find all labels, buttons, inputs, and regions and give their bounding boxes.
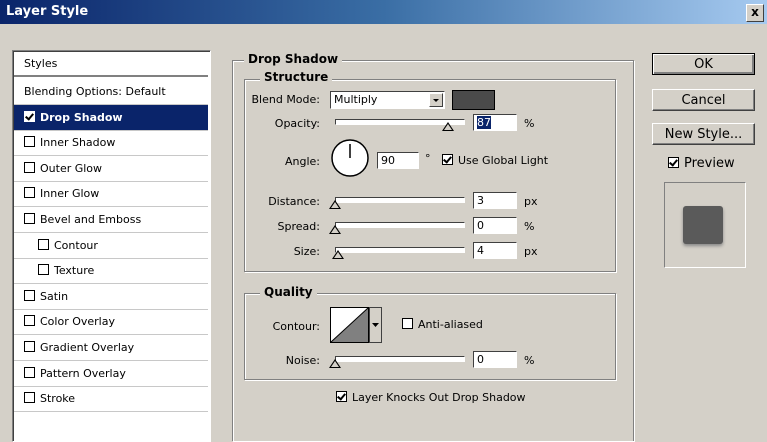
style-checkbox-icon[interactable] [24, 315, 35, 327]
style-item-blending-options-default[interactable]: Blending Options: Default [14, 79, 208, 105]
style-item-pattern-overlay[interactable]: Pattern Overlay [14, 361, 208, 387]
style-checkbox-icon[interactable] [24, 392, 35, 404]
blend-mode-value: Multiply [334, 93, 378, 106]
style-checkbox-icon[interactable] [38, 238, 49, 250]
spread-label: Spread: [277, 220, 320, 233]
distance-label: Distance: [268, 195, 320, 208]
style-checkbox-icon[interactable] [24, 341, 35, 352]
blend-mode-select[interactable]: Multiply [330, 91, 445, 109]
style-item-gradient-overlay[interactable]: Gradient Overlay [14, 335, 208, 361]
structure-title: Structure [260, 70, 333, 84]
spread-input[interactable]: 0 [473, 217, 517, 234]
layer-knocks-out-checkbox[interactable]: Layer Knocks Out Drop Shadow [336, 391, 526, 404]
style-item-color-overlay[interactable]: Color Overlay [14, 309, 208, 336]
size-input[interactable]: 4 [473, 242, 517, 259]
noise-slider[interactable] [335, 356, 465, 362]
shadow-color-swatch[interactable] [452, 90, 495, 110]
style-checkbox-icon[interactable] [24, 161, 35, 173]
opacity-label: Opacity: [274, 117, 320, 130]
distance-unit: px [524, 195, 538, 208]
contour-label: Contour: [272, 320, 320, 333]
size-slider-thumb[interactable] [332, 250, 344, 259]
style-item-label: Stroke [40, 392, 76, 406]
anti-aliased-check-icon[interactable] [402, 318, 413, 329]
style-item-contour[interactable]: Contour [14, 233, 208, 259]
style-item-label: Outer Glow [40, 161, 103, 175]
spread-slider[interactable] [335, 222, 465, 228]
chevron-down-icon[interactable] [429, 93, 443, 107]
anti-aliased-label: Anti-aliased [418, 318, 483, 331]
title-bar [0, 0, 767, 24]
quality-title: Quality [260, 285, 317, 299]
noise-slider-thumb[interactable] [329, 359, 341, 368]
distance-slider[interactable] [335, 197, 465, 203]
opacity-unit: % [524, 117, 535, 130]
angle-unit: ° [425, 152, 431, 165]
window-title: Layer Style [6, 4, 89, 19]
angle-label: Angle: [284, 155, 320, 168]
use-global-light-check-icon[interactable] [442, 154, 453, 165]
style-item-label: Inner Glow [40, 187, 100, 201]
cancel-button[interactable]: Cancel [652, 89, 755, 111]
new-style-button[interactable]: New Style... [652, 123, 755, 145]
style-checkbox-icon[interactable] [24, 187, 35, 199]
close-button[interactable]: x [746, 4, 764, 22]
opacity-slider-thumb[interactable] [442, 122, 455, 131]
styles-list-header: Styles [14, 51, 208, 77]
preview-checkbox[interactable]: Preview [668, 156, 735, 171]
style-item-label: Bevel and Emboss [40, 213, 142, 226]
style-item-label: Texture [54, 264, 95, 278]
styles-list: Styles Blending Options: Default Drop Sha… [12, 50, 211, 442]
style-item-outer-glow[interactable]: Outer Glow [14, 156, 208, 182]
style-checkbox-icon[interactable] [24, 136, 35, 148]
style-item-stroke[interactable]: Stroke [14, 386, 208, 413]
style-checkbox-icon[interactable] [38, 264, 49, 276]
noise-label: Noise: [285, 354, 320, 367]
layer-knocks-out-label: Layer Knocks Out Drop Shadow [352, 391, 526, 404]
distance-input[interactable]: 3 [473, 192, 517, 209]
style-item-inner-glow[interactable]: Inner Glow [14, 181, 208, 208]
style-item-label: Contour [54, 238, 98, 252]
style-checkbox-icon[interactable] [24, 366, 35, 378]
drop-shadow-title: Drop Shadow [244, 52, 343, 66]
style-item-label: Pattern Overlay [40, 366, 126, 380]
opacity-input[interactable]: 87 [473, 114, 517, 131]
style-item-satin[interactable]: Satin [14, 284, 208, 310]
preview-label: Preview [684, 156, 735, 171]
style-item-label: Gradient Overlay [40, 341, 135, 354]
use-global-light-checkbox[interactable]: Use Global Light [442, 154, 548, 167]
style-item-label: Satin [40, 289, 69, 303]
style-item-inner-shadow[interactable]: Inner Shadow [14, 130, 208, 157]
style-item-bevel-and-emboss[interactable]: Bevel and Emboss [14, 207, 208, 233]
style-item-label: Blending Options: Default [24, 85, 166, 98]
size-unit: px [524, 245, 538, 258]
noise-unit: % [524, 354, 535, 367]
style-checkbox-icon[interactable] [24, 213, 35, 224]
anti-aliased-checkbox[interactable]: Anti-aliased [402, 318, 483, 331]
blend-mode-label: Blend Mode: [251, 93, 321, 106]
style-item-label: Inner Shadow [40, 136, 116, 150]
noise-input[interactable]: 0 [473, 351, 517, 368]
layer-knocks-out-check-icon[interactable] [336, 391, 347, 402]
distance-slider-thumb[interactable] [329, 200, 341, 209]
style-item-label: Color Overlay [40, 315, 115, 329]
spread-unit: % [524, 220, 535, 233]
style-item-texture[interactable]: Texture [14, 258, 208, 285]
ok-button[interactable]: OK [652, 53, 755, 75]
use-global-light-label: Use Global Light [458, 154, 549, 167]
spread-slider-thumb[interactable] [329, 225, 341, 234]
style-item-label: Drop Shadow [40, 110, 123, 124]
style-checkbox-icon[interactable] [24, 289, 35, 301]
style-item-drop-shadow[interactable]: Drop Shadow [14, 104, 208, 131]
size-label: Size: [293, 245, 320, 258]
contour-picker[interactable] [330, 307, 382, 343]
style-checkbox-icon[interactable] [24, 110, 35, 122]
size-slider[interactable] [335, 247, 465, 253]
preview-swatch [683, 206, 723, 244]
preview-check-icon[interactable] [668, 157, 679, 168]
angle-input[interactable]: 90 [377, 152, 419, 169]
angle-dial[interactable] [330, 138, 370, 178]
preview-box [664, 182, 746, 268]
